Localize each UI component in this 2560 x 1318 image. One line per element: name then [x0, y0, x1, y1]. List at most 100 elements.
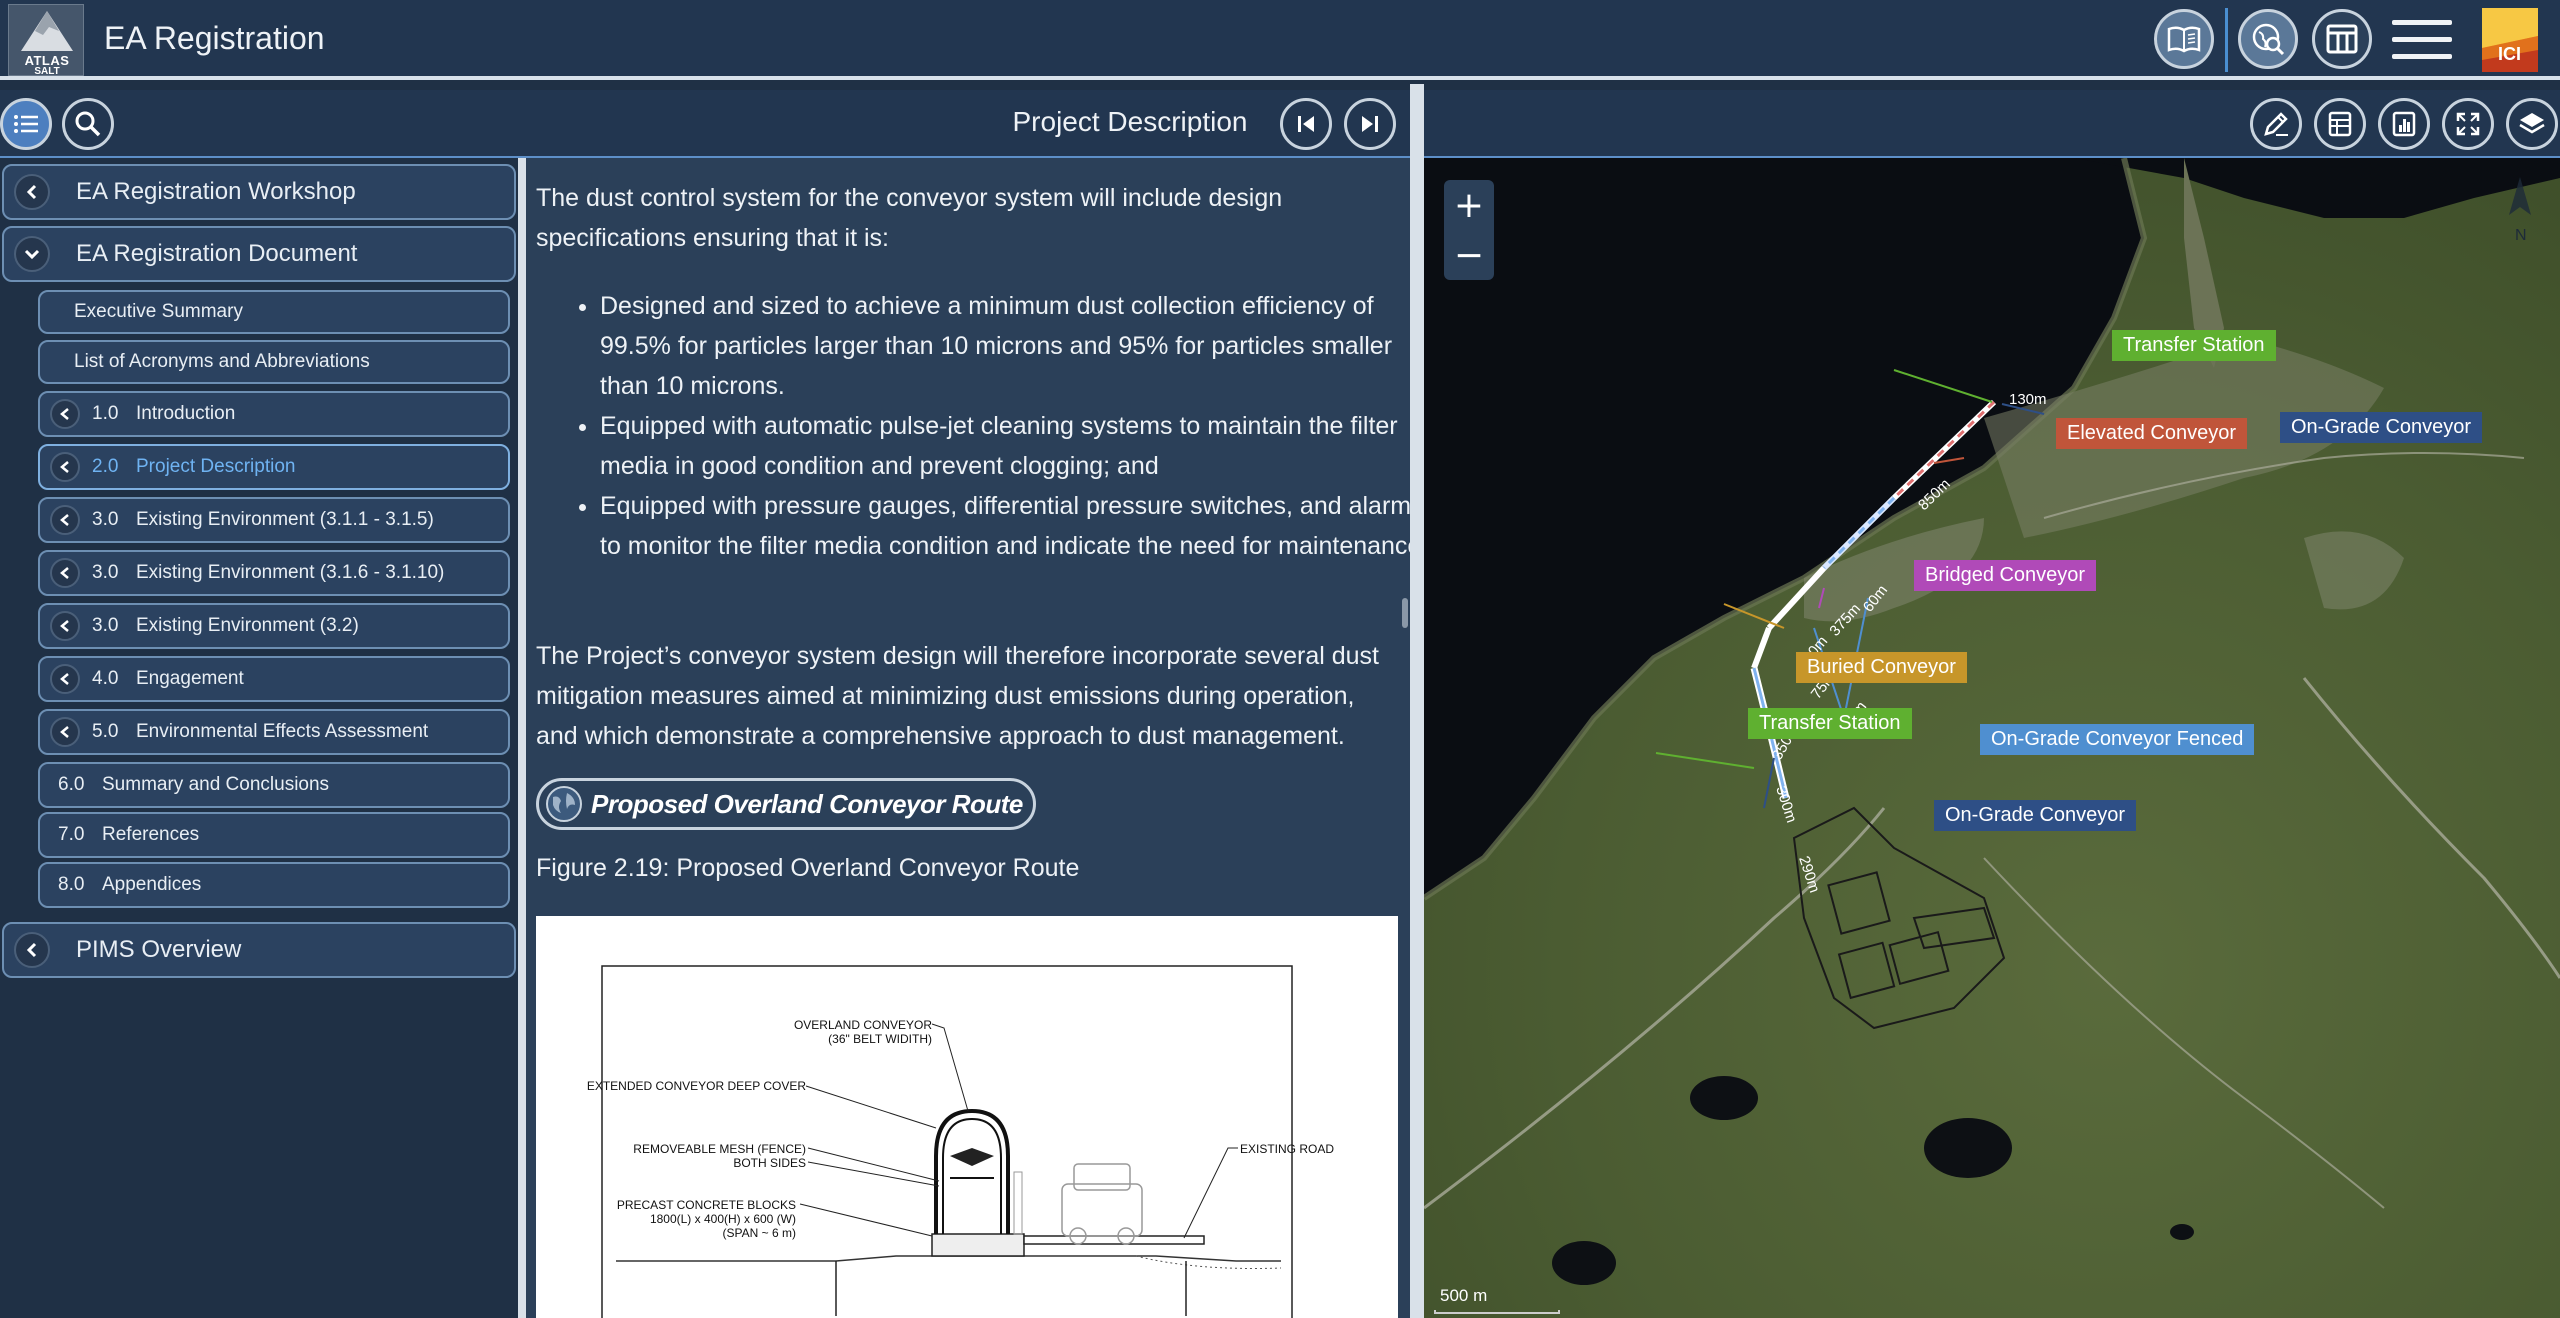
table-layout-icon — [2326, 24, 2358, 54]
chevron-left-icon — [50, 505, 80, 535]
edit-map-button[interactable] — [2250, 98, 2302, 150]
figure-label: PRECAST CONCRETE BLOCKS — [616, 1198, 796, 1212]
figure-label: 1800(L) x 400(H) x 600 (W) — [649, 1212, 796, 1226]
section-number: 5.0 — [92, 721, 119, 742]
zoom-out-button[interactable]: − — [1444, 230, 1494, 280]
north-arrow-icon: N — [2505, 175, 2535, 244]
map-label-bridged-conveyor[interactable]: Bridged Conveyor — [1914, 560, 2097, 591]
search-icon — [75, 111, 101, 137]
toc-item-label: Summary and Conclusions — [102, 774, 330, 795]
book-button[interactable] — [2154, 9, 2214, 69]
globe-search-icon — [2252, 23, 2285, 56]
toc-item-project-description[interactable]: 2.0 Project Description — [38, 444, 510, 490]
map-label-transfer-station[interactable]: Transfer Station — [2112, 330, 2276, 361]
toc-item-label: List of Acronyms and Abbreviations — [74, 351, 370, 372]
chevron-left-icon — [50, 611, 80, 641]
toc-item-label: PIMS Overview — [76, 936, 242, 963]
toc-item-introduction[interactable]: 1.0 Introduction — [38, 391, 510, 437]
map-label-on-grade-conveyor-fenced[interactable]: On-Grade Conveyor Fenced — [1980, 724, 2255, 755]
proposed-route-map-button[interactable]: Proposed Overland Conveyor Route — [536, 778, 1036, 830]
chevron-down-icon — [14, 236, 50, 272]
toc-item-existing-environment-3[interactable]: 3.0 Existing Environment (3.2) — [38, 603, 510, 649]
fullscreen-button[interactable] — [2442, 98, 2494, 150]
section-number: 3.0 — [92, 615, 119, 636]
section-title: Project Description — [1012, 106, 1248, 137]
ici-logo[interactable]: ICI — [2482, 8, 2538, 72]
hamburger-menu-icon[interactable] — [2392, 20, 2452, 60]
chart-icon — [2392, 111, 2416, 137]
figure-label: EXISTING ROAD — [1240, 1142, 1335, 1156]
toc-item-engagement[interactable]: 4.0 Engagement — [38, 656, 510, 702]
toc-item-references[interactable]: 7.0 References — [38, 812, 510, 858]
edit-pencil-icon — [2264, 112, 2288, 136]
zoom-in-button[interactable]: + — [1444, 180, 1494, 230]
table-layout-button[interactable] — [2312, 9, 2372, 69]
map-label-on-grade-conveyor[interactable]: On-Grade Conveyor — [1934, 800, 2137, 831]
chevron-left-icon — [14, 932, 50, 968]
section-number: 4.0 — [92, 668, 119, 689]
attribute-table-button[interactable] — [2314, 98, 2366, 150]
toc-item-label: Executive Summary — [74, 301, 243, 322]
specification-list: Designed and sized to achieve a minimum … — [566, 286, 1410, 566]
globe-map-icon — [546, 786, 582, 822]
map-label-on-grade-conveyor[interactable]: On-Grade Conveyor — [2280, 412, 2483, 443]
figure-label: (SPAN ~ 6 m) — [722, 1226, 796, 1240]
map-label-buried-conveyor[interactable]: Buried Conveyor — [1796, 652, 1967, 683]
toc-item-acronyms[interactable]: List of Acronyms and Abbreviations — [38, 340, 510, 384]
toc-item-label: Engagement — [136, 668, 244, 689]
map-label-elevated-conveyor[interactable]: Elevated Conveyor — [2056, 418, 2247, 449]
toc-item-label: Environmental Effects Assessment — [136, 721, 429, 742]
app-header: ATLAS SALT EA Registration ICI — [0, 0, 2560, 80]
layers-button[interactable] — [2506, 98, 2558, 150]
section-number: 7.0 — [58, 824, 85, 845]
atlas-salt-logo[interactable]: ATLAS SALT — [8, 4, 84, 77]
toc-item-executive-summary[interactable]: Executive Summary — [38, 290, 510, 334]
app-title: EA Registration — [104, 20, 325, 56]
chevron-left-icon — [50, 399, 80, 429]
toc-item-existing-environment-1[interactable]: 3.0 Existing Environment (3.1.1 - 3.1.5) — [38, 497, 510, 543]
table-of-contents: EA Registration Workshop EA Registration… — [0, 158, 518, 1318]
toc-item-ea-registration-document[interactable]: EA Registration Document — [2, 226, 516, 282]
first-page-button[interactable] — [1280, 98, 1332, 150]
chart-button[interactable] — [2378, 98, 2430, 150]
toc-item-label: EA Registration Workshop — [76, 178, 356, 205]
ici-text: ICI — [2498, 44, 2522, 64]
layers-icon — [2519, 113, 2545, 134]
section-number: 3.0 — [92, 509, 119, 530]
toc-item-environmental-effects[interactable]: 5.0 Environmental Effects Assessment — [38, 709, 510, 755]
toc-item-appendices[interactable]: 8.0 Appendices — [38, 862, 510, 908]
figure-label: BOTH SIDES — [733, 1156, 806, 1170]
section-number: 8.0 — [58, 874, 85, 895]
panel-splitter[interactable] — [1410, 84, 1424, 1318]
section-number: 6.0 — [58, 774, 85, 795]
table-icon — [2328, 111, 2352, 137]
toc-item-pims-overview[interactable]: PIMS Overview — [2, 922, 516, 978]
conveyor-cross-section-figure: OVERLAND CONVEYOR (36" BELT WIDITH) EXTE… — [536, 916, 1398, 1318]
section-number: 3.0 — [92, 562, 119, 583]
last-page-button[interactable] — [1344, 98, 1396, 150]
chevron-left-icon — [50, 664, 80, 694]
figure-label: EXTENDED CONVEYOR DEEP COVER — [586, 1079, 806, 1093]
toc-item-ea-registration-workshop[interactable]: EA Registration Workshop — [2, 164, 516, 220]
map-view[interactable]: 130m 850m 60m 375m 100m 75m 100m 350m 30… — [1424, 158, 2560, 1318]
list-item: Designed and sized to achieve a minimum … — [600, 286, 1410, 406]
zoom-control: + − — [1444, 180, 1494, 280]
book-icon — [2167, 26, 2201, 53]
search-button[interactable] — [62, 98, 114, 150]
skip-back-icon — [1298, 116, 1314, 132]
toc-item-summary-conclusions[interactable]: 6.0 Summary and Conclusions — [38, 762, 510, 808]
scale-label: 500 m — [1440, 1286, 1488, 1305]
globe-search-button[interactable] — [2238, 9, 2298, 69]
map-label-transfer-station[interactable]: Transfer Station — [1748, 708, 1912, 739]
toc-item-label: Introduction — [136, 403, 236, 424]
scrollbar-thumb[interactable] — [1402, 598, 1408, 628]
toc-list-button[interactable] — [0, 98, 52, 150]
figure-label: REMOVEABLE MESH (FENCE) — [633, 1142, 806, 1156]
map-toolbar — [1424, 90, 2560, 158]
toc-item-label: Appendices — [102, 874, 202, 895]
panel-splitter[interactable] — [518, 158, 526, 1318]
expand-icon — [2456, 112, 2480, 136]
mountain-icon — [21, 11, 73, 51]
toc-item-existing-environment-2[interactable]: 3.0 Existing Environment (3.1.6 - 3.1.10… — [38, 550, 510, 596]
route-button-label: Proposed Overland Conveyor Route — [591, 788, 1023, 819]
